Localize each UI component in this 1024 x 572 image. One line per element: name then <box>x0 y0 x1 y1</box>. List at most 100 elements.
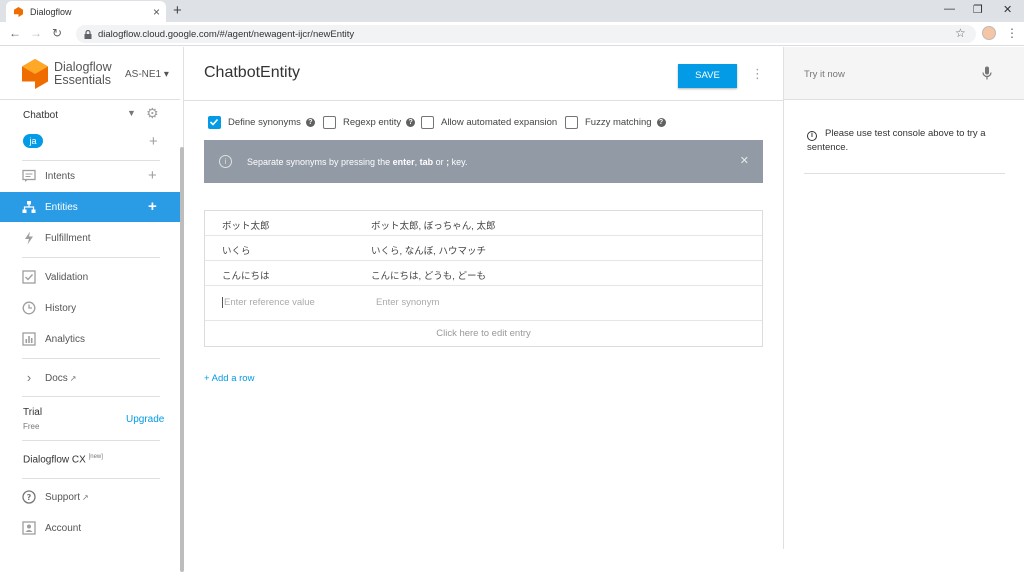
synonyms[interactable]: いくら, なんぼ, ハウマッチ <box>371 243 486 257</box>
define-synonyms-checkbox[interactable] <box>208 116 221 129</box>
cx-label: Dialogflow CX <box>23 454 86 466</box>
help-icon[interactable]: ? <box>656 118 666 127</box>
try-it-input[interactable]: Try it now <box>804 69 845 80</box>
help-icon[interactable]: ? <box>406 118 416 127</box>
trial-label: Trial <box>23 407 43 418</box>
new-entry-row[interactable]: Enter reference value Enter synonym <box>205 286 762 321</box>
reference-value[interactable]: いくら <box>222 243 251 257</box>
brand[interactable]: Dialogflow Essentials <box>22 59 112 89</box>
forward-icon[interactable]: → <box>30 26 42 40</box>
add-row-link[interactable]: + Add a row <box>204 373 254 384</box>
regexp-entity-checkbox[interactable] <box>323 116 336 129</box>
entity-name-title[interactable]: ChatbotEntity <box>204 64 300 82</box>
sidebar-item-history[interactable]: History <box>0 293 180 323</box>
address-bar-row: ← → ↻ dialogflow.cloud.google.com/#/agen… <box>0 22 1024 46</box>
info-icon: i <box>219 155 232 168</box>
sidebar-item-label: Support <box>45 491 81 503</box>
reload-icon[interactable]: ↻ <box>52 26 62 40</box>
test-console-hint: i Please use test console above to try a … <box>807 127 1007 155</box>
close-banner-icon[interactable]: ✕ <box>740 154 749 167</box>
account-icon <box>22 521 36 535</box>
browser-menu-icon[interactable]: ⋮ <box>1006 26 1018 40</box>
divider <box>22 396 160 397</box>
allow-automated-expansion-label: Allow automated expansion <box>441 117 558 128</box>
agent-name[interactable]: Chatbot <box>23 110 58 121</box>
banner-text-part: key. <box>449 156 468 167</box>
option-define-synonyms[interactable]: Define synonyms ? <box>208 116 315 129</box>
back-icon[interactable]: ← <box>9 26 21 40</box>
save-button[interactable]: SAVE <box>678 64 737 88</box>
profile-avatar[interactable] <box>982 26 996 40</box>
fuzzy-matching-label: Fuzzy matching <box>585 117 652 128</box>
sidebar-item-validation[interactable]: Validation <box>0 262 180 292</box>
external-link-icon: ↗ <box>69 373 77 383</box>
sidebar-item-docs[interactable]: › Docs ↗ <box>0 363 180 393</box>
bolt-icon <box>25 231 33 245</box>
table-row[interactable]: こんにちは こんにちは, どうも, どーも <box>205 261 762 286</box>
sidebar-item-account[interactable]: Account <box>0 513 180 543</box>
table-row[interactable]: ボット太郎 ボット太郎, ぼっちゃん, 太郎 <box>205 211 762 236</box>
new-tab-icon[interactable]: + <box>173 2 182 19</box>
try-it-bar: Try it now <box>784 47 1024 100</box>
restore-icon[interactable]: ❐ <box>973 3 983 16</box>
minimize-icon[interactable]: — <box>944 3 955 15</box>
sidebar-item-label: Intents <box>45 170 76 182</box>
lock-icon <box>84 29 92 39</box>
microphone-icon[interactable] <box>982 66 992 81</box>
external-link-icon: ↗ <box>82 492 89 502</box>
new-badge: [new] <box>88 454 103 460</box>
banner-text: Separate synonyms by pressing the enter,… <box>247 157 467 167</box>
url-input[interactable]: dialogflow.cloud.google.com/#/agent/newa… <box>76 25 976 43</box>
sidebar-item-fulfillment[interactable]: Fulfillment <box>0 223 180 253</box>
divider <box>22 257 160 258</box>
define-synonyms-label: Define synonyms <box>228 117 301 128</box>
sidebar-item-label: Validation <box>45 271 89 283</box>
browser-tab[interactable]: Dialogflow × <box>6 1 166 22</box>
option-regexp-entity[interactable]: Regexp entity ? <box>323 116 416 129</box>
agent-settings-gear-icon[interactable]: ⚙ <box>146 105 159 122</box>
edit-entry-link[interactable]: Click here to edit entry <box>205 321 762 346</box>
synonyms[interactable]: ボット太郎, ぼっちゃん, 太郎 <box>371 218 496 232</box>
language-chip[interactable]: ja <box>23 134 43 148</box>
entity-entries-table: ボット太郎 ボット太郎, ぼっちゃん, 太郎 いくら いくら, なんぼ, ハウマ… <box>204 210 763 347</box>
agent-dropdown-icon[interactable]: ▼ <box>127 108 136 118</box>
divider <box>0 99 180 100</box>
checkbox-icon <box>22 270 36 284</box>
sidebar-item-analytics[interactable]: Analytics <box>0 324 180 354</box>
regexp-entity-label: Regexp entity <box>343 117 402 128</box>
fuzzy-matching-checkbox[interactable] <box>565 116 578 129</box>
chevron-right-icon: › <box>26 370 32 385</box>
option-fuzzy-matching[interactable]: Fuzzy matching ? <box>565 116 666 129</box>
reference-value[interactable]: こんにちは <box>222 268 270 282</box>
close-tab-icon[interactable]: × <box>153 5 160 19</box>
divider <box>184 100 783 101</box>
synonym-input[interactable]: Enter synonym <box>376 297 439 308</box>
dialogflow-cx-link[interactable]: Dialogflow CX [new] <box>23 454 103 465</box>
table-row[interactable]: いくら いくら, なんぼ, ハウマッチ <box>205 236 762 261</box>
bookmark-star-icon[interactable]: ☆ <box>955 26 966 40</box>
add-entity-icon[interactable]: + <box>148 199 157 214</box>
divider <box>22 358 160 359</box>
add-intent-icon[interactable]: + <box>148 168 157 183</box>
browser-tab-strip: Dialogflow × + — ❐ ✕ <box>0 0 1024 22</box>
reference-value-input[interactable]: Enter reference value <box>222 297 315 308</box>
sidebar-item-label: Entities <box>45 201 78 213</box>
more-options-icon[interactable]: ⋮ <box>751 66 764 82</box>
sidebar-item-support[interactable]: ? Support ↗ <box>0 482 180 512</box>
brand-edition: Essentials <box>54 73 111 87</box>
clock-icon <box>22 301 36 315</box>
close-window-icon[interactable]: ✕ <box>1003 3 1012 16</box>
sidebar-item-label: Docs <box>45 372 68 384</box>
entity-editor: ChatbotEntity SAVE ⋮ Define synonyms ? R… <box>184 47 783 549</box>
reference-value[interactable]: ボット太郎 <box>222 218 270 232</box>
add-language-icon[interactable]: + <box>149 134 158 149</box>
sidebar-item-label: Account <box>45 522 82 534</box>
help-icon[interactable]: ? <box>305 118 315 127</box>
option-allow-automated-expansion[interactable]: Allow automated expansion <box>421 116 557 129</box>
synonyms[interactable]: こんにちは, どうも, どーも <box>371 268 486 282</box>
region-selector[interactable]: AS-NE1 ▾ <box>125 69 169 80</box>
allow-automated-expansion-checkbox[interactable] <box>421 116 434 129</box>
info-banner: i Separate synonyms by pressing the ente… <box>204 140 763 183</box>
url-text: dialogflow.cloud.google.com/#/agent/newa… <box>98 28 355 40</box>
upgrade-link[interactable]: Upgrade <box>126 414 164 425</box>
